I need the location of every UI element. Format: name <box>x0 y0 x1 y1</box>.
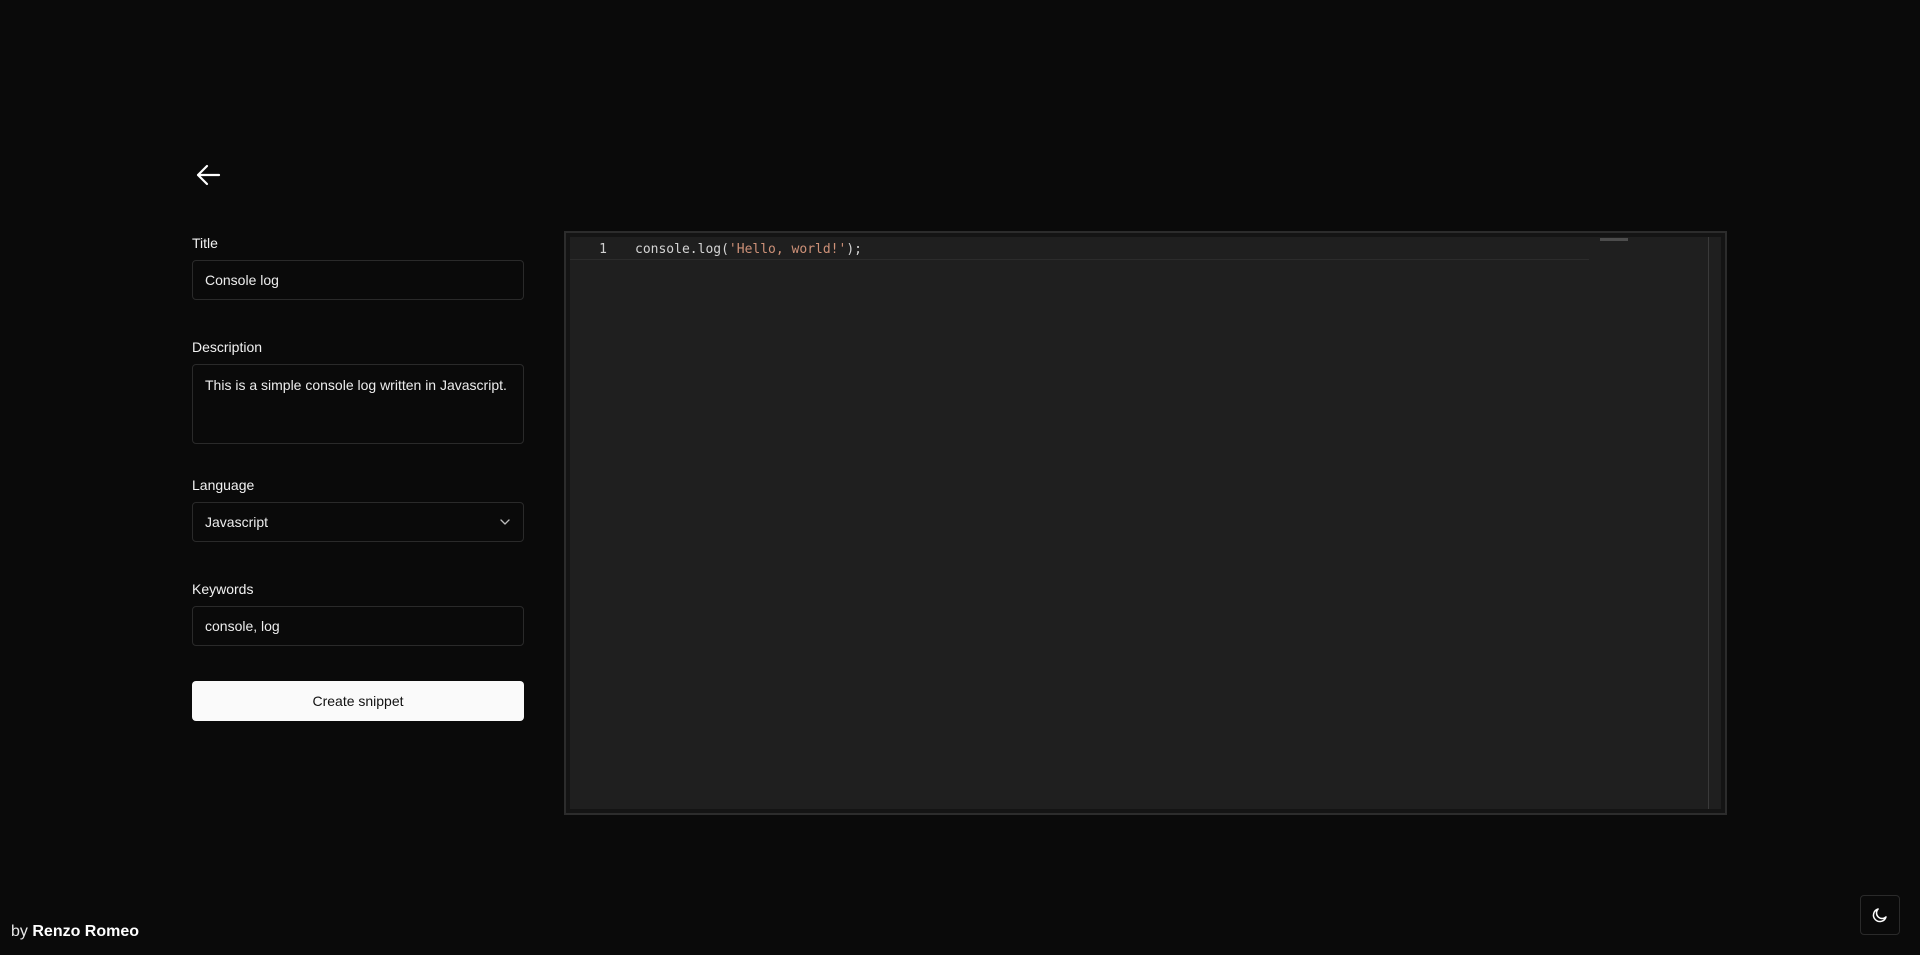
title-input[interactable] <box>192 260 524 300</box>
code-editor-frame: 1 console.log('Hello, world!'); <box>564 231 1727 815</box>
keywords-input[interactable] <box>192 606 524 646</box>
code-token-punctuation: ); <box>846 242 862 257</box>
code-token-call: console.log( <box>635 242 729 257</box>
footer-by-text: by <box>11 923 28 940</box>
line-number: 1 <box>599 242 607 257</box>
title-group: Title <box>192 235 524 300</box>
description-textarea[interactable] <box>192 364 524 444</box>
code-line[interactable]: console.log('Hello, world!'); <box>635 241 862 259</box>
title-label: Title <box>192 235 218 251</box>
back-button[interactable] <box>190 160 226 190</box>
page: Title Description Language Javascript Ke… <box>0 0 1920 955</box>
code-token-string: 'Hello, world!' <box>728 242 847 257</box>
keywords-group: Keywords <box>192 581 524 646</box>
chevron-down-icon <box>500 519 510 525</box>
description-label: Description <box>192 339 263 355</box>
footer-credit: by Renzo Romeo <box>11 923 139 941</box>
theme-toggle-button[interactable] <box>1860 895 1900 935</box>
code-editor[interactable]: 1 console.log('Hello, world!'); <box>570 237 1721 809</box>
create-snippet-button[interactable]: Create snippet <box>192 681 524 721</box>
description-group: Description <box>192 339 524 449</box>
editor-ruler <box>1708 237 1709 809</box>
keywords-label: Keywords <box>192 581 254 597</box>
language-group: Language Javascript <box>192 477 524 542</box>
minimap[interactable] <box>1600 238 1628 241</box>
arrow-left-icon <box>196 164 221 186</box>
footer-author: Renzo Romeo <box>32 923 140 940</box>
language-selected-value: Javascript <box>205 514 269 530</box>
moon-icon <box>1872 908 1887 923</box>
language-select[interactable]: Javascript <box>192 502 524 542</box>
language-label: Language <box>192 477 255 493</box>
